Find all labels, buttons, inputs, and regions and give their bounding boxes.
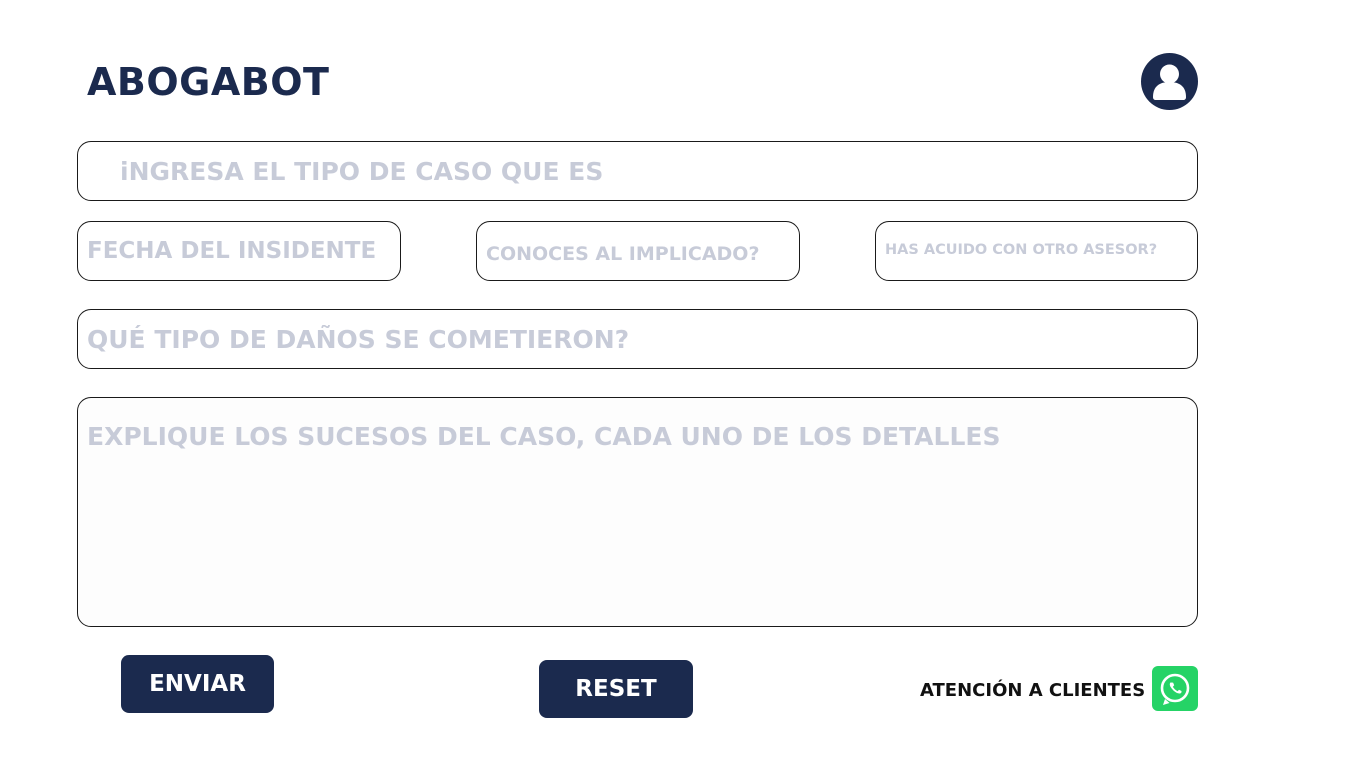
incident-date-input[interactable] — [77, 221, 401, 281]
other-advisor-input[interactable] — [875, 221, 1198, 281]
case-details-textarea[interactable] — [77, 397, 1198, 627]
send-button[interactable]: ENVIAR — [121, 655, 274, 713]
know-involved-input[interactable] — [476, 221, 800, 281]
case-intake-page: ABOGABOT ENVIAR RESET ATENCIÓN A CLIENTE… — [0, 0, 1366, 768]
whatsapp-icon[interactable] — [1152, 666, 1198, 711]
user-avatar-icon[interactable] — [1141, 53, 1198, 110]
damages-input[interactable] — [77, 309, 1198, 369]
reset-button[interactable]: RESET — [539, 660, 693, 718]
brand-title: ABOGABOT — [87, 60, 330, 104]
customer-support-label: ATENCIÓN A CLIENTES — [920, 680, 1146, 701]
case-type-input[interactable] — [77, 141, 1198, 201]
